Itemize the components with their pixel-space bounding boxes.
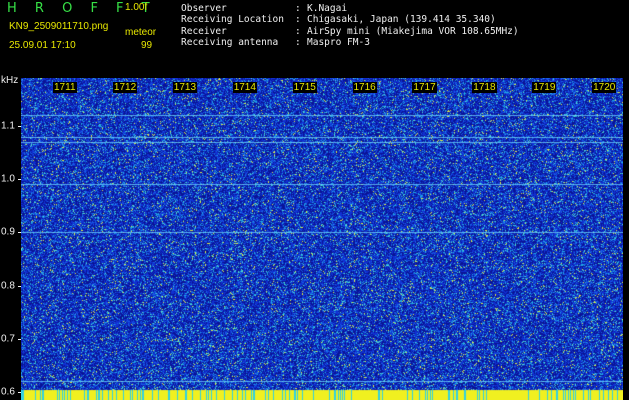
y-tick-label: 0.8 — [1, 280, 15, 292]
info-value: Maspro FM-3 — [307, 36, 370, 48]
info-row-observer: Observer: K.Nagai — [181, 3, 519, 14]
version-label: 1.00f — [125, 2, 148, 13]
info-separator: : — [295, 14, 301, 26]
info-key: Receiver — [181, 25, 227, 37]
time-label: 1717 — [412, 82, 437, 93]
info-row-antenna: Receiving antenna: Maspro FM-3 — [181, 37, 519, 48]
info-value: K.Nagai — [307, 3, 348, 14]
y-tick-label: 1.1 — [1, 120, 15, 132]
meteor-label: meteor — [125, 27, 157, 38]
y-tick-label: 0.9 — [1, 226, 15, 238]
file-name: KN9_2509011710.png — [9, 21, 109, 32]
time-label: 1716 — [352, 82, 377, 93]
time-label: 1712 — [112, 82, 138, 93]
info-separator: : — [295, 3, 301, 14]
time-label: 1711 — [53, 82, 77, 93]
time-label: 1718 — [472, 82, 497, 93]
y-tick-label: 0.7 — [1, 333, 15, 345]
time-label: 1714 — [232, 82, 257, 93]
info-key: Receiving antenna — [181, 36, 279, 48]
info-row-receiver: Receiver: AirSpy mini (Miakejima VOR 108.… — [181, 26, 519, 37]
date-time: 25.09.01 17:10 — [9, 40, 76, 51]
info-separator: : — [295, 36, 301, 48]
info-key: Observer — [181, 3, 227, 14]
y-tick-label: 0.6 — [1, 386, 15, 398]
spectrogram-canvas — [21, 78, 623, 400]
station-info: Observer: K.Nagai Receiving Location: Chig… — [181, 3, 519, 48]
time-label: 1719 — [532, 82, 557, 93]
y-tick-label: 1.0 — [1, 173, 15, 185]
time-label: 1713 — [172, 82, 198, 93]
info-key: Receiving Location — [181, 14, 284, 26]
info-value: Chigasaki, Japan (139.414 35.340) — [307, 14, 496, 26]
info-separator: : — [295, 25, 301, 37]
time-label: 1720 — [592, 82, 617, 93]
time-label: 1715 — [292, 82, 317, 93]
info-value: AirSpy mini (Miakejima VOR 108.65MHz) — [307, 25, 519, 37]
meteor-count: 99 — [141, 40, 153, 51]
y-axis-unit: kHz — [1, 75, 19, 86]
info-row-location: Receiving Location: Chigasaki, Japan (139… — [181, 14, 519, 25]
